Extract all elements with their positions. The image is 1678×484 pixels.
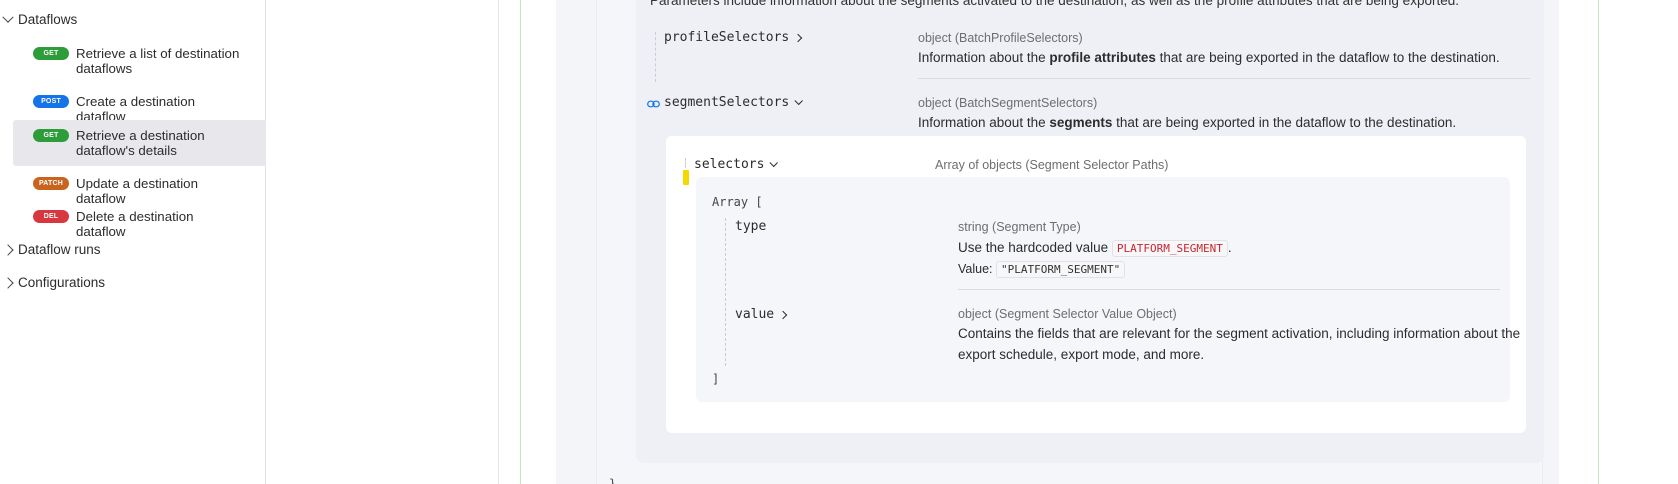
- sidebar-item-label: Delete a destination dataflow: [76, 209, 194, 239]
- method-badge-del: DEL: [33, 210, 69, 223]
- property-name: profileSelectors: [664, 30, 790, 45]
- nav-group-label: Dataflow runs: [18, 242, 101, 257]
- property-description: Contains the fields that are relevant fo…: [958, 326, 1521, 362]
- property-description: Information about the profile attributes…: [918, 50, 1500, 65]
- sidebar-nav: Dataflows GET Retrieve a list of destina…: [0, 0, 266, 484]
- chevron-right-icon: [2, 276, 14, 289]
- property-description: Information about the segments that are …: [918, 115, 1457, 130]
- property-profileSelectors[interactable]: profileSelectors: [664, 30, 803, 45]
- sidebar-item-label: Update a destination dataflow: [76, 176, 198, 206]
- property-value: Value: "PLATFORM_SEGMENT": [958, 259, 1126, 280]
- method-badge-get: GET: [33, 129, 69, 142]
- array-open: Array [: [712, 195, 763, 209]
- chevron-right-icon: [778, 310, 788, 319]
- array-close: ]: [712, 372, 720, 386]
- property-type-field: type: [735, 219, 766, 234]
- property-description: Use the hardcoded value PLATFORM_SEGMENT…: [958, 240, 1232, 257]
- property-name: selectors: [694, 157, 765, 172]
- method-badge-post: POST: [33, 95, 69, 108]
- property-type: object (BatchProfileSelectors): [918, 31, 1083, 45]
- tree-line: [725, 218, 726, 366]
- tree-line: [655, 32, 656, 82]
- property-segmentSelectors[interactable]: segmentSelectors: [664, 95, 804, 110]
- link-icon[interactable]: [647, 100, 660, 108]
- sidebar-item-create[interactable]: POST Create a destination dataflow: [13, 94, 266, 124]
- property-selectors[interactable]: selectors: [694, 157, 779, 172]
- sidebar-item-delete[interactable]: DEL Delete a destination dataflow: [13, 209, 266, 239]
- sidebar-item-retrieve-details[interactable]: GET Retrieve a destination dataflow's de…: [13, 120, 266, 166]
- highlight-marker: [683, 170, 689, 185]
- code-value: "PLATFORM_SEGMENT": [996, 261, 1126, 278]
- chevron-right-icon: [793, 33, 803, 42]
- method-badge-get: GET: [33, 47, 69, 60]
- sidebar-item-retrieve-list[interactable]: GET Retrieve a list of destination dataf…: [13, 46, 266, 78]
- nav-group-configurations[interactable]: Configurations: [2, 275, 106, 290]
- code-value: PLATFORM_SEGMENT: [1111, 240, 1228, 257]
- property-name: segmentSelectors: [664, 95, 790, 110]
- nav-group-label: Dataflows: [18, 12, 78, 27]
- nav-group-dataflow-runs[interactable]: Dataflow runs: [2, 242, 101, 257]
- nav-group-dataflows[interactable]: Dataflows: [2, 11, 78, 27]
- property-type: object (Segment Selector Value Object): [958, 307, 1177, 321]
- property-type: Array of objects (Segment Selector Paths…: [935, 158, 1169, 172]
- sidebar-item-label: Retrieve a list of destination dataflows: [76, 46, 240, 76]
- property-name: value: [735, 307, 775, 322]
- chevron-right-icon: [2, 243, 14, 256]
- divider: [958, 289, 1500, 290]
- property-value-field[interactable]: value: [735, 307, 788, 322]
- sidebar-item-label: Retrieve a destination dataflow's detail…: [76, 128, 205, 158]
- chevron-down-icon: [2, 11, 14, 23]
- sidebar-item-update[interactable]: PATCH Update a destination dataflow: [13, 176, 266, 206]
- parameters-intro: Parameters include information about the…: [650, 0, 1459, 8]
- closing-brace: }: [609, 477, 617, 484]
- property-name: type: [735, 219, 767, 234]
- property-type: string (Segment Type): [958, 220, 1081, 234]
- tree-line: [685, 158, 686, 168]
- nav-group-label: Configurations: [18, 275, 106, 290]
- divider: [918, 78, 1530, 79]
- property-type: object (BatchSegmentSelectors): [918, 96, 1098, 110]
- method-badge-patch: PATCH: [33, 177, 69, 190]
